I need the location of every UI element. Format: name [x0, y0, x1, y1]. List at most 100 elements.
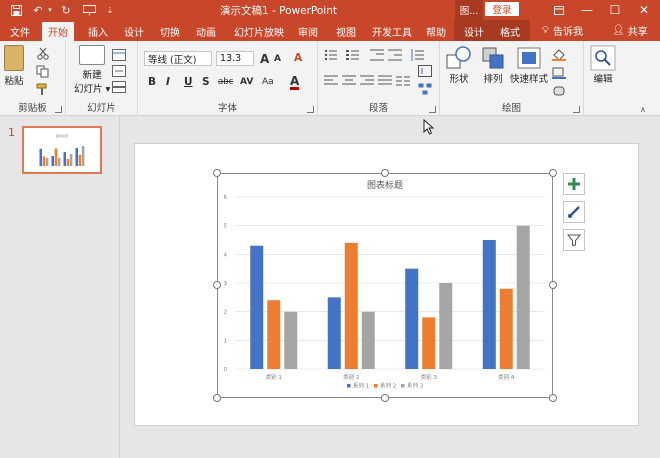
justify-icon[interactable] — [378, 75, 392, 88]
tab-insert[interactable]: 插入 — [82, 22, 114, 41]
clipboard-launcher-icon[interactable] — [55, 106, 62, 113]
resize-handle-bottom-left[interactable] — [213, 394, 221, 402]
thumbnail-chart-title: 图表标题 — [56, 133, 68, 138]
tab-design[interactable]: 设计 — [118, 22, 150, 41]
align-right-icon[interactable] — [360, 75, 374, 88]
align-center-icon[interactable] — [342, 75, 356, 88]
tell-me-box[interactable]: 💡︎ 告诉我 — [542, 22, 583, 39]
resize-handle-bottom-right[interactable] — [549, 394, 557, 402]
shape-outline-icon[interactable] — [552, 67, 566, 80]
chart-elements-button[interactable] — [563, 173, 585, 195]
person-icon: 👤︎ — [612, 25, 625, 36]
format-painter-icon[interactable] — [36, 83, 50, 96]
tab-review[interactable]: 审阅 — [292, 22, 324, 41]
drawing-launcher-icon[interactable] — [573, 106, 580, 113]
vertical-scrollbar[interactable] — [648, 116, 660, 458]
ribbon-display-options-icon[interactable] — [545, 0, 573, 20]
tab-view[interactable]: 视图 — [330, 22, 362, 41]
shadow-button[interactable]: S — [202, 76, 210, 88]
resize-handle-bottom[interactable] — [381, 394, 389, 402]
font-color-button[interactable]: A — [290, 75, 300, 90]
undo-icon[interactable]: ↶ — [30, 2, 46, 18]
chart-filters-button[interactable] — [563, 229, 585, 251]
lightbulb-icon: 💡︎ — [542, 25, 549, 36]
presentation-icon[interactable] — [80, 2, 98, 18]
underline-button[interactable]: U — [184, 76, 193, 88]
tab-chart-design[interactable]: 设计 — [458, 22, 490, 41]
font-group-label: 字体 — [217, 103, 237, 114]
minimize-button[interactable]: — — [573, 0, 601, 20]
smartart-icon[interactable] — [418, 83, 432, 96]
shapes-button[interactable]: 形状 — [446, 45, 472, 85]
tab-transitions[interactable]: 切换 — [154, 22, 186, 41]
chart-styles-button[interactable] — [563, 201, 585, 223]
plus-icon — [568, 178, 580, 190]
change-case-button[interactable]: Aa — [262, 77, 274, 87]
font-size-select[interactable]: 13.3 — [216, 51, 254, 66]
resize-handle-top-right[interactable] — [549, 169, 557, 177]
font-name-select[interactable]: 等线 (正文) — [144, 51, 212, 66]
resize-handle-top-left[interactable] — [213, 169, 221, 177]
login-button[interactable]: 登录 — [485, 2, 519, 16]
share-button[interactable]: 👤︎ 共享 — [612, 22, 648, 39]
thumbnail-bar — [66, 158, 70, 166]
ribbon-tabs: 文件 开始 插入 设计 切换 动画 幻灯片放映 审阅 视图 开发工具 帮助 设计… — [0, 20, 660, 41]
align-left-icon[interactable] — [324, 75, 338, 88]
tab-animations[interactable]: 动画 — [190, 22, 222, 41]
decrease-indent-icon[interactable] — [370, 49, 384, 62]
grow-font-button[interactable]: A — [260, 52, 269, 66]
new-slide-icon — [79, 45, 106, 65]
maximize-button[interactable]: ☐ — [601, 0, 629, 20]
resize-handle-right[interactable] — [549, 281, 557, 289]
shape-effects-icon[interactable] — [552, 85, 566, 98]
increase-indent-icon[interactable] — [388, 49, 402, 62]
redo-icon[interactable]: ↻ — [58, 2, 74, 18]
resize-handle-left[interactable] — [213, 281, 221, 289]
section-icon[interactable] — [112, 81, 126, 94]
tab-chart-format[interactable]: 格式 — [494, 22, 526, 41]
italic-button[interactable]: I — [166, 76, 170, 88]
numbering-icon[interactable] — [346, 49, 360, 62]
thumbnail-chart-preview: 图表标题 — [39, 133, 85, 166]
slide-thumbnail[interactable]: 图表标题 — [22, 126, 102, 174]
tab-home[interactable]: 开始 — [42, 22, 74, 41]
tab-developer[interactable]: 开发工具 — [366, 22, 418, 41]
new-slide-button[interactable]: 新建 幻灯片 ▾ — [74, 45, 110, 95]
customize-toolbar-icon[interactable]: ⇣ — [104, 2, 116, 18]
clear-formatting-button[interactable]: A — [294, 52, 302, 64]
save-icon[interactable] — [8, 2, 24, 18]
slides-group: 新建 幻灯片 ▾ 幻灯片 — [66, 41, 138, 116]
search-icon — [590, 45, 616, 71]
thumbnail-bar — [42, 156, 46, 166]
arrange-button[interactable]: 排列 — [480, 45, 506, 85]
strikethrough-button[interactable]: abc — [218, 77, 233, 87]
paragraph-group-label: 段落 — [368, 103, 388, 114]
line-spacing-icon[interactable] — [410, 49, 424, 62]
copy-icon[interactable] — [36, 65, 50, 78]
layout-icon[interactable] — [112, 49, 126, 62]
paste-button[interactable]: 粘贴 — [4, 45, 24, 87]
tab-help[interactable]: 帮助 — [420, 22, 452, 41]
document-title: 演示文稿1 - PowerPoint — [220, 5, 337, 17]
tab-slideshow[interactable]: 幻灯片放映 — [228, 22, 290, 41]
bold-button[interactable]: B — [148, 76, 156, 88]
collapse-ribbon-icon[interactable]: ∧ — [640, 105, 646, 114]
undo-dropdown-icon[interactable]: ▾ — [46, 2, 54, 18]
reset-slide-icon[interactable] — [112, 65, 126, 78]
font-launcher-icon[interactable] — [307, 106, 314, 113]
shape-fill-icon[interactable] — [552, 49, 566, 62]
columns-icon[interactable] — [396, 75, 410, 88]
shrink-font-button[interactable]: A — [274, 54, 281, 64]
quick-styles-button[interactable]: 快速样式 — [510, 45, 548, 85]
thumbnail-bar — [78, 154, 82, 166]
text-direction-icon[interactable] — [418, 65, 432, 78]
title-bar: ↶ ▾ ↻ ⇣ 演示文稿1 - PowerPoint 图... 登录 — ☐ ✕ — [0, 0, 660, 20]
paragraph-launcher-icon[interactable] — [429, 106, 436, 113]
cut-icon[interactable] — [36, 47, 50, 60]
tab-file[interactable]: 文件 — [4, 22, 36, 41]
resize-handle-top[interactable] — [381, 169, 389, 177]
close-button[interactable]: ✕ — [630, 0, 658, 20]
bullets-icon[interactable] — [324, 49, 338, 62]
character-spacing-button[interactable]: AV — [240, 77, 253, 87]
editing-button[interactable]: 编辑 — [590, 45, 616, 85]
